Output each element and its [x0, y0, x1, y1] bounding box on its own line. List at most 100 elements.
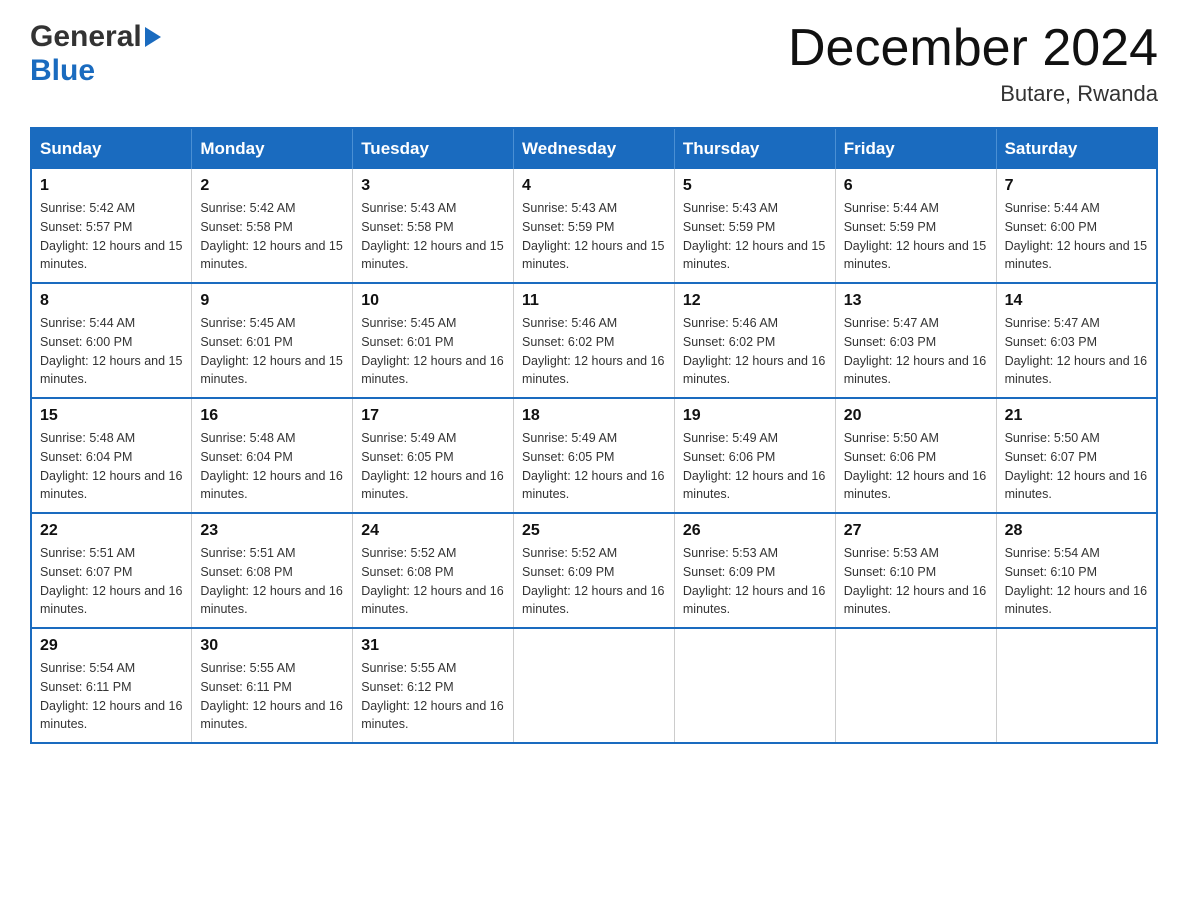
- day-info: Sunrise: 5:54 AM Sunset: 6:10 PM Dayligh…: [1005, 544, 1148, 619]
- day-number: 29: [40, 637, 183, 655]
- day-info: Sunrise: 5:44 AM Sunset: 6:00 PM Dayligh…: [1005, 199, 1148, 274]
- logo-arrow-icon: [145, 27, 161, 47]
- day-number: 17: [361, 407, 505, 425]
- day-info: Sunrise: 5:53 AM Sunset: 6:10 PM Dayligh…: [844, 544, 988, 619]
- calendar-day-cell: [996, 628, 1157, 743]
- day-number: 6: [844, 177, 988, 195]
- day-number: 19: [683, 407, 827, 425]
- col-monday: Monday: [192, 128, 353, 169]
- day-info: Sunrise: 5:42 AM Sunset: 5:57 PM Dayligh…: [40, 199, 183, 274]
- calendar-day-cell: 16 Sunrise: 5:48 AM Sunset: 6:04 PM Dayl…: [192, 398, 353, 513]
- calendar-day-cell: [514, 628, 675, 743]
- day-info: Sunrise: 5:43 AM Sunset: 5:58 PM Dayligh…: [361, 199, 505, 274]
- day-info: Sunrise: 5:49 AM Sunset: 6:05 PM Dayligh…: [361, 429, 505, 504]
- day-number: 4: [522, 177, 666, 195]
- calendar-day-cell: 10 Sunrise: 5:45 AM Sunset: 6:01 PM Dayl…: [353, 283, 514, 398]
- day-number: 31: [361, 637, 505, 655]
- day-number: 24: [361, 522, 505, 540]
- calendar-day-cell: 26 Sunrise: 5:53 AM Sunset: 6:09 PM Dayl…: [674, 513, 835, 628]
- logo-general-text: General: [30, 20, 142, 54]
- day-number: 25: [522, 522, 666, 540]
- calendar-day-cell: 23 Sunrise: 5:51 AM Sunset: 6:08 PM Dayl…: [192, 513, 353, 628]
- col-saturday: Saturday: [996, 128, 1157, 169]
- calendar-week-row: 1 Sunrise: 5:42 AM Sunset: 5:57 PM Dayli…: [31, 169, 1157, 283]
- calendar-table: Sunday Monday Tuesday Wednesday Thursday…: [30, 127, 1158, 744]
- day-info: Sunrise: 5:52 AM Sunset: 6:09 PM Dayligh…: [522, 544, 666, 619]
- day-number: 28: [1005, 522, 1148, 540]
- calendar-day-cell: 17 Sunrise: 5:49 AM Sunset: 6:05 PM Dayl…: [353, 398, 514, 513]
- calendar-day-cell: 25 Sunrise: 5:52 AM Sunset: 6:09 PM Dayl…: [514, 513, 675, 628]
- calendar-day-cell: 14 Sunrise: 5:47 AM Sunset: 6:03 PM Dayl…: [996, 283, 1157, 398]
- day-info: Sunrise: 5:46 AM Sunset: 6:02 PM Dayligh…: [522, 314, 666, 389]
- location-text: Butare, Rwanda: [788, 81, 1158, 107]
- day-number: 2: [200, 177, 344, 195]
- logo: General Blue: [30, 20, 161, 88]
- calendar-day-cell: 21 Sunrise: 5:50 AM Sunset: 6:07 PM Dayl…: [996, 398, 1157, 513]
- logo-blue-text: Blue: [30, 54, 95, 88]
- day-info: Sunrise: 5:46 AM Sunset: 6:02 PM Dayligh…: [683, 314, 827, 389]
- calendar-day-cell: 27 Sunrise: 5:53 AM Sunset: 6:10 PM Dayl…: [835, 513, 996, 628]
- day-number: 10: [361, 292, 505, 310]
- day-number: 30: [200, 637, 344, 655]
- col-thursday: Thursday: [674, 128, 835, 169]
- calendar-day-cell: 11 Sunrise: 5:46 AM Sunset: 6:02 PM Dayl…: [514, 283, 675, 398]
- calendar-week-row: 22 Sunrise: 5:51 AM Sunset: 6:07 PM Dayl…: [31, 513, 1157, 628]
- day-number: 18: [522, 407, 666, 425]
- day-info: Sunrise: 5:50 AM Sunset: 6:07 PM Dayligh…: [1005, 429, 1148, 504]
- calendar-day-cell: 29 Sunrise: 5:54 AM Sunset: 6:11 PM Dayl…: [31, 628, 192, 743]
- day-info: Sunrise: 5:55 AM Sunset: 6:11 PM Dayligh…: [200, 659, 344, 734]
- calendar-week-row: 8 Sunrise: 5:44 AM Sunset: 6:00 PM Dayli…: [31, 283, 1157, 398]
- day-number: 20: [844, 407, 988, 425]
- month-title: December 2024: [788, 20, 1158, 77]
- calendar-day-cell: 1 Sunrise: 5:42 AM Sunset: 5:57 PM Dayli…: [31, 169, 192, 283]
- day-number: 3: [361, 177, 505, 195]
- day-info: Sunrise: 5:47 AM Sunset: 6:03 PM Dayligh…: [1005, 314, 1148, 389]
- calendar-day-cell: [674, 628, 835, 743]
- day-info: Sunrise: 5:45 AM Sunset: 6:01 PM Dayligh…: [200, 314, 344, 389]
- day-number: 22: [40, 522, 183, 540]
- day-info: Sunrise: 5:48 AM Sunset: 6:04 PM Dayligh…: [40, 429, 183, 504]
- calendar-day-cell: 4 Sunrise: 5:43 AM Sunset: 5:59 PM Dayli…: [514, 169, 675, 283]
- day-info: Sunrise: 5:52 AM Sunset: 6:08 PM Dayligh…: [361, 544, 505, 619]
- calendar-day-cell: 19 Sunrise: 5:49 AM Sunset: 6:06 PM Dayl…: [674, 398, 835, 513]
- calendar-day-cell: 12 Sunrise: 5:46 AM Sunset: 6:02 PM Dayl…: [674, 283, 835, 398]
- day-number: 13: [844, 292, 988, 310]
- day-number: 16: [200, 407, 344, 425]
- day-info: Sunrise: 5:51 AM Sunset: 6:07 PM Dayligh…: [40, 544, 183, 619]
- calendar-day-cell: 6 Sunrise: 5:44 AM Sunset: 5:59 PM Dayli…: [835, 169, 996, 283]
- day-number: 21: [1005, 407, 1148, 425]
- col-friday: Friday: [835, 128, 996, 169]
- day-info: Sunrise: 5:54 AM Sunset: 6:11 PM Dayligh…: [40, 659, 183, 734]
- day-number: 26: [683, 522, 827, 540]
- day-info: Sunrise: 5:44 AM Sunset: 6:00 PM Dayligh…: [40, 314, 183, 389]
- calendar-day-cell: 8 Sunrise: 5:44 AM Sunset: 6:00 PM Dayli…: [31, 283, 192, 398]
- day-number: 8: [40, 292, 183, 310]
- day-info: Sunrise: 5:53 AM Sunset: 6:09 PM Dayligh…: [683, 544, 827, 619]
- calendar-day-cell: [835, 628, 996, 743]
- day-number: 1: [40, 177, 183, 195]
- calendar-day-cell: 20 Sunrise: 5:50 AM Sunset: 6:06 PM Dayl…: [835, 398, 996, 513]
- calendar-day-cell: 7 Sunrise: 5:44 AM Sunset: 6:00 PM Dayli…: [996, 169, 1157, 283]
- calendar-week-row: 29 Sunrise: 5:54 AM Sunset: 6:11 PM Dayl…: [31, 628, 1157, 743]
- day-number: 9: [200, 292, 344, 310]
- day-number: 12: [683, 292, 827, 310]
- calendar-day-cell: 24 Sunrise: 5:52 AM Sunset: 6:08 PM Dayl…: [353, 513, 514, 628]
- calendar-day-cell: 30 Sunrise: 5:55 AM Sunset: 6:11 PM Dayl…: [192, 628, 353, 743]
- calendar-day-cell: 22 Sunrise: 5:51 AM Sunset: 6:07 PM Dayl…: [31, 513, 192, 628]
- day-info: Sunrise: 5:51 AM Sunset: 6:08 PM Dayligh…: [200, 544, 344, 619]
- page-header: General Blue December 2024 Butare, Rwand…: [30, 20, 1158, 107]
- title-block: December 2024 Butare, Rwanda: [788, 20, 1158, 107]
- calendar-day-cell: 18 Sunrise: 5:49 AM Sunset: 6:05 PM Dayl…: [514, 398, 675, 513]
- calendar-week-row: 15 Sunrise: 5:48 AM Sunset: 6:04 PM Dayl…: [31, 398, 1157, 513]
- calendar-day-cell: 5 Sunrise: 5:43 AM Sunset: 5:59 PM Dayli…: [674, 169, 835, 283]
- day-number: 5: [683, 177, 827, 195]
- day-number: 7: [1005, 177, 1148, 195]
- calendar-day-cell: 31 Sunrise: 5:55 AM Sunset: 6:12 PM Dayl…: [353, 628, 514, 743]
- day-info: Sunrise: 5:49 AM Sunset: 6:06 PM Dayligh…: [683, 429, 827, 504]
- day-info: Sunrise: 5:43 AM Sunset: 5:59 PM Dayligh…: [683, 199, 827, 274]
- calendar-header-row: Sunday Monday Tuesday Wednesday Thursday…: [31, 128, 1157, 169]
- day-info: Sunrise: 5:42 AM Sunset: 5:58 PM Dayligh…: [200, 199, 344, 274]
- day-number: 14: [1005, 292, 1148, 310]
- day-info: Sunrise: 5:47 AM Sunset: 6:03 PM Dayligh…: [844, 314, 988, 389]
- day-number: 15: [40, 407, 183, 425]
